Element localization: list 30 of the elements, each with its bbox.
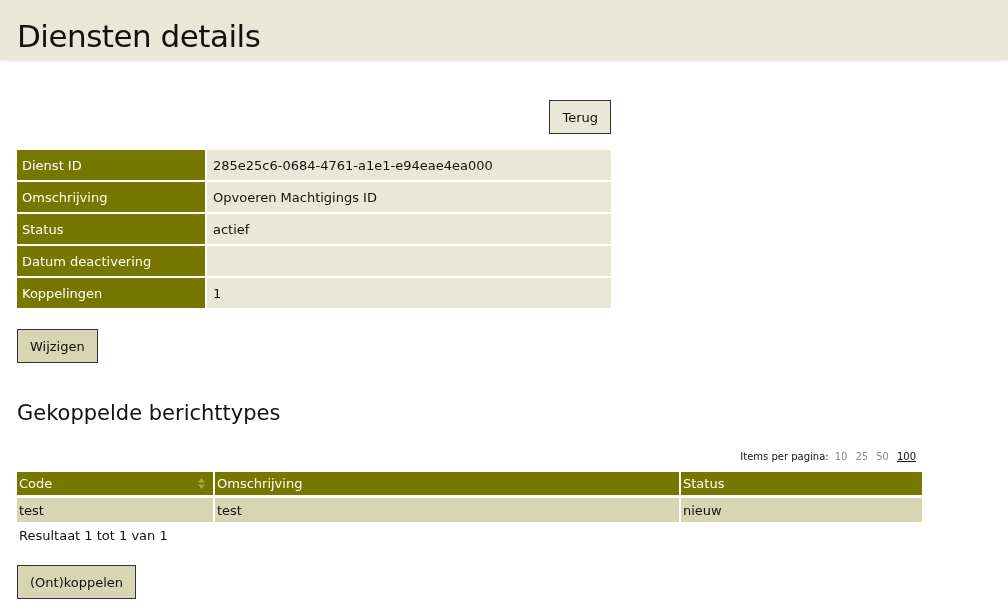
column-label: Omschrijving	[217, 476, 303, 491]
detail-value: 1	[207, 278, 611, 308]
detail-label: Dienst ID	[17, 150, 205, 180]
detail-value: actief	[207, 214, 611, 244]
detail-value: Opvoeren Machtigings ID	[207, 182, 611, 212]
page-size-option[interactable]: 10	[834, 451, 848, 462]
edit-button[interactable]: Wijzigen	[17, 329, 98, 363]
column-header[interactable]: Code	[17, 472, 213, 495]
column-header[interactable]: Omschrijving	[215, 472, 679, 495]
column-header[interactable]: Status	[681, 472, 922, 495]
detail-label: Koppelingen	[17, 278, 205, 308]
page-size-option[interactable]: 50	[876, 451, 889, 462]
table-cell: test	[17, 498, 213, 522]
detail-value: 285e25c6-0684-4761-a1e1-e94eae4ea000	[207, 150, 611, 180]
page-size-option[interactable]: 25	[855, 451, 869, 462]
column-label: Code	[19, 476, 53, 491]
section-title: Gekoppelde berichttypes	[17, 401, 282, 425]
back-button[interactable]: Terug	[549, 100, 611, 134]
link-button[interactable]: (Ont)koppelen	[17, 565, 137, 599]
result-count: Resultaat 1 tot 1 van 1	[19, 528, 169, 543]
page-title: Diensten details	[17, 18, 261, 54]
page-size-option[interactable]: 100	[896, 451, 916, 462]
items-per-page-label: Items per pagina:	[740, 451, 829, 462]
column-label: Status	[683, 476, 725, 491]
detail-label: Status	[17, 214, 205, 244]
table-cell: nieuw	[681, 498, 922, 522]
sort-icon[interactable]	[198, 478, 205, 489]
detail-label: Datum deactivering	[17, 246, 205, 276]
table-cell: test	[215, 498, 679, 522]
detail-label: Omschrijving	[17, 182, 205, 212]
